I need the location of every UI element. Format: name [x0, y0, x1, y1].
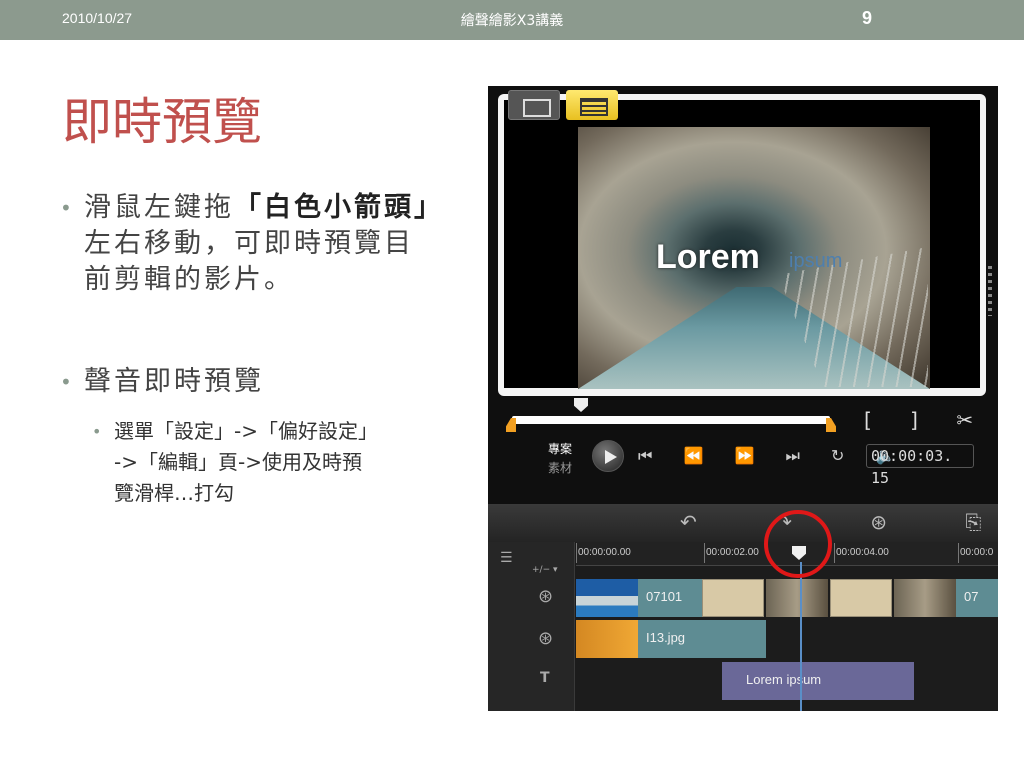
video-track-icon: ⊛	[538, 586, 554, 607]
bullet-text: 左右移動，可即時預覽目	[84, 228, 414, 259]
title-track: Lorem ipsum	[576, 660, 998, 700]
bullet-text-bold: 「白色小箭頭」	[234, 192, 444, 223]
play-icon[interactable]	[592, 440, 624, 472]
sub-bullet-text: 覽滑桿…打勾	[114, 481, 234, 505]
page-title: 即時預覽	[62, 93, 262, 151]
track-manager-icon[interactable]: ☰	[500, 550, 513, 566]
video-track: 07101 07	[576, 577, 998, 617]
scrub-bar-thumb[interactable]	[574, 398, 588, 412]
bullet-text: 前剪輯的影片。	[84, 264, 294, 295]
clip-thumbnail[interactable]	[766, 579, 828, 617]
timeline-view-icon[interactable]	[566, 90, 618, 120]
clip-thumbnail[interactable]	[576, 579, 638, 617]
bullet-dot: •	[60, 370, 72, 394]
overlay-subtitle-text: ipsum	[789, 250, 843, 272]
ruler-tick-label: 00:00:02.00	[704, 543, 759, 563]
bullet-dot: •	[92, 422, 102, 441]
sub-bullet-text: ->「編輯」頁->使用及時預	[114, 450, 362, 474]
timecode-field[interactable]: 00:00:03. 15	[866, 444, 974, 487]
title-clip[interactable]: Lorem ipsum	[722, 662, 914, 700]
add-remove-track[interactable]: +/− ▾	[532, 565, 558, 575]
video-editor-screenshot: Lorem ipsum [ ] ✂ ⧉ 專案 素材 ⏮ ⏪ ⏩ ⏭ ↻ 🔈 00…	[488, 86, 998, 711]
title-track-icon: T	[540, 670, 550, 686]
overlay-clip[interactable]: I13.jpg	[638, 620, 766, 658]
ruler-tick-label: 00:00:0	[957, 543, 994, 563]
clip-thumbnail[interactable]	[830, 579, 892, 617]
track-headers: ☰ +/− ▾ ⊛ ⊛ T	[488, 542, 575, 711]
overlay-track-icon: ⊛	[538, 628, 554, 649]
toolbar-action-icons[interactable]: ↶ ↷ ⊛ ⎘ ⎘	[680, 510, 998, 534]
resize-grip-icon[interactable]	[988, 266, 992, 316]
video-clip[interactable]: 07	[956, 579, 998, 617]
clip-thumbnail[interactable]	[576, 620, 638, 658]
sub-bullet-text: 選單「設定」->「偏好設定」	[114, 419, 378, 443]
overlay-title-text: Lorem	[656, 238, 760, 276]
overlay-track: I13.jpg	[576, 618, 998, 658]
mode-clip-label[interactable]: 素材	[548, 459, 572, 476]
edit-controls[interactable]: [ ] ✂ ⧉	[864, 408, 998, 432]
scrub-bar-track[interactable]	[512, 416, 830, 424]
mode-project-label[interactable]: 專案	[548, 440, 572, 457]
bullet-text: 聲音即時預覽	[84, 366, 264, 397]
trim-mark-out-handle[interactable]	[826, 418, 836, 432]
playhead-line	[800, 562, 802, 711]
trim-mark-in-handle[interactable]	[506, 418, 516, 432]
slide-page-number: 9	[862, 8, 873, 28]
clip-thumbnail[interactable]	[894, 579, 956, 617]
bullet-dot: •	[60, 196, 72, 220]
highlight-circle	[764, 510, 832, 578]
preview-screen: Lorem ipsum	[504, 100, 980, 389]
video-clip[interactable]: 07101	[638, 579, 702, 617]
ruler-tick-label: 00:00:04.00	[834, 543, 889, 563]
clip-thumbnail[interactable]	[702, 579, 764, 617]
storyboard-view-icon[interactable]	[508, 90, 560, 120]
ruler-tick-label: 00:00:00.00	[576, 543, 631, 563]
bullet-text: 滑鼠左鍵拖	[84, 192, 234, 223]
slide-header-bar: 2010/10/27 繪聲繪影X3講義 9	[0, 0, 1024, 40]
